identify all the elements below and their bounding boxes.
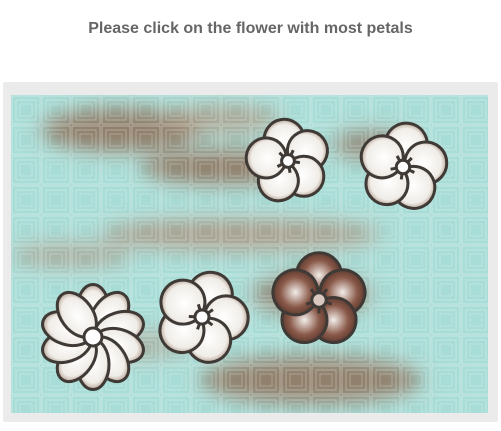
flower-stamen	[390, 166, 397, 171]
flower-stamen	[196, 323, 202, 330]
flower-stamen	[325, 300, 333, 306]
flower-stamen	[399, 173, 404, 180]
flower-stamen	[305, 300, 313, 306]
flower-stamen	[294, 160, 301, 165]
flower-stamen	[196, 303, 202, 311]
captcha-prompt: Please click on the flower with most pet…	[88, 20, 413, 37]
flower-center	[310, 291, 328, 309]
captcha-image[interactable]	[11, 95, 488, 413]
flower-center	[82, 326, 104, 348]
captcha-canvas[interactable]	[11, 95, 488, 413]
flower-stamen	[287, 167, 292, 174]
